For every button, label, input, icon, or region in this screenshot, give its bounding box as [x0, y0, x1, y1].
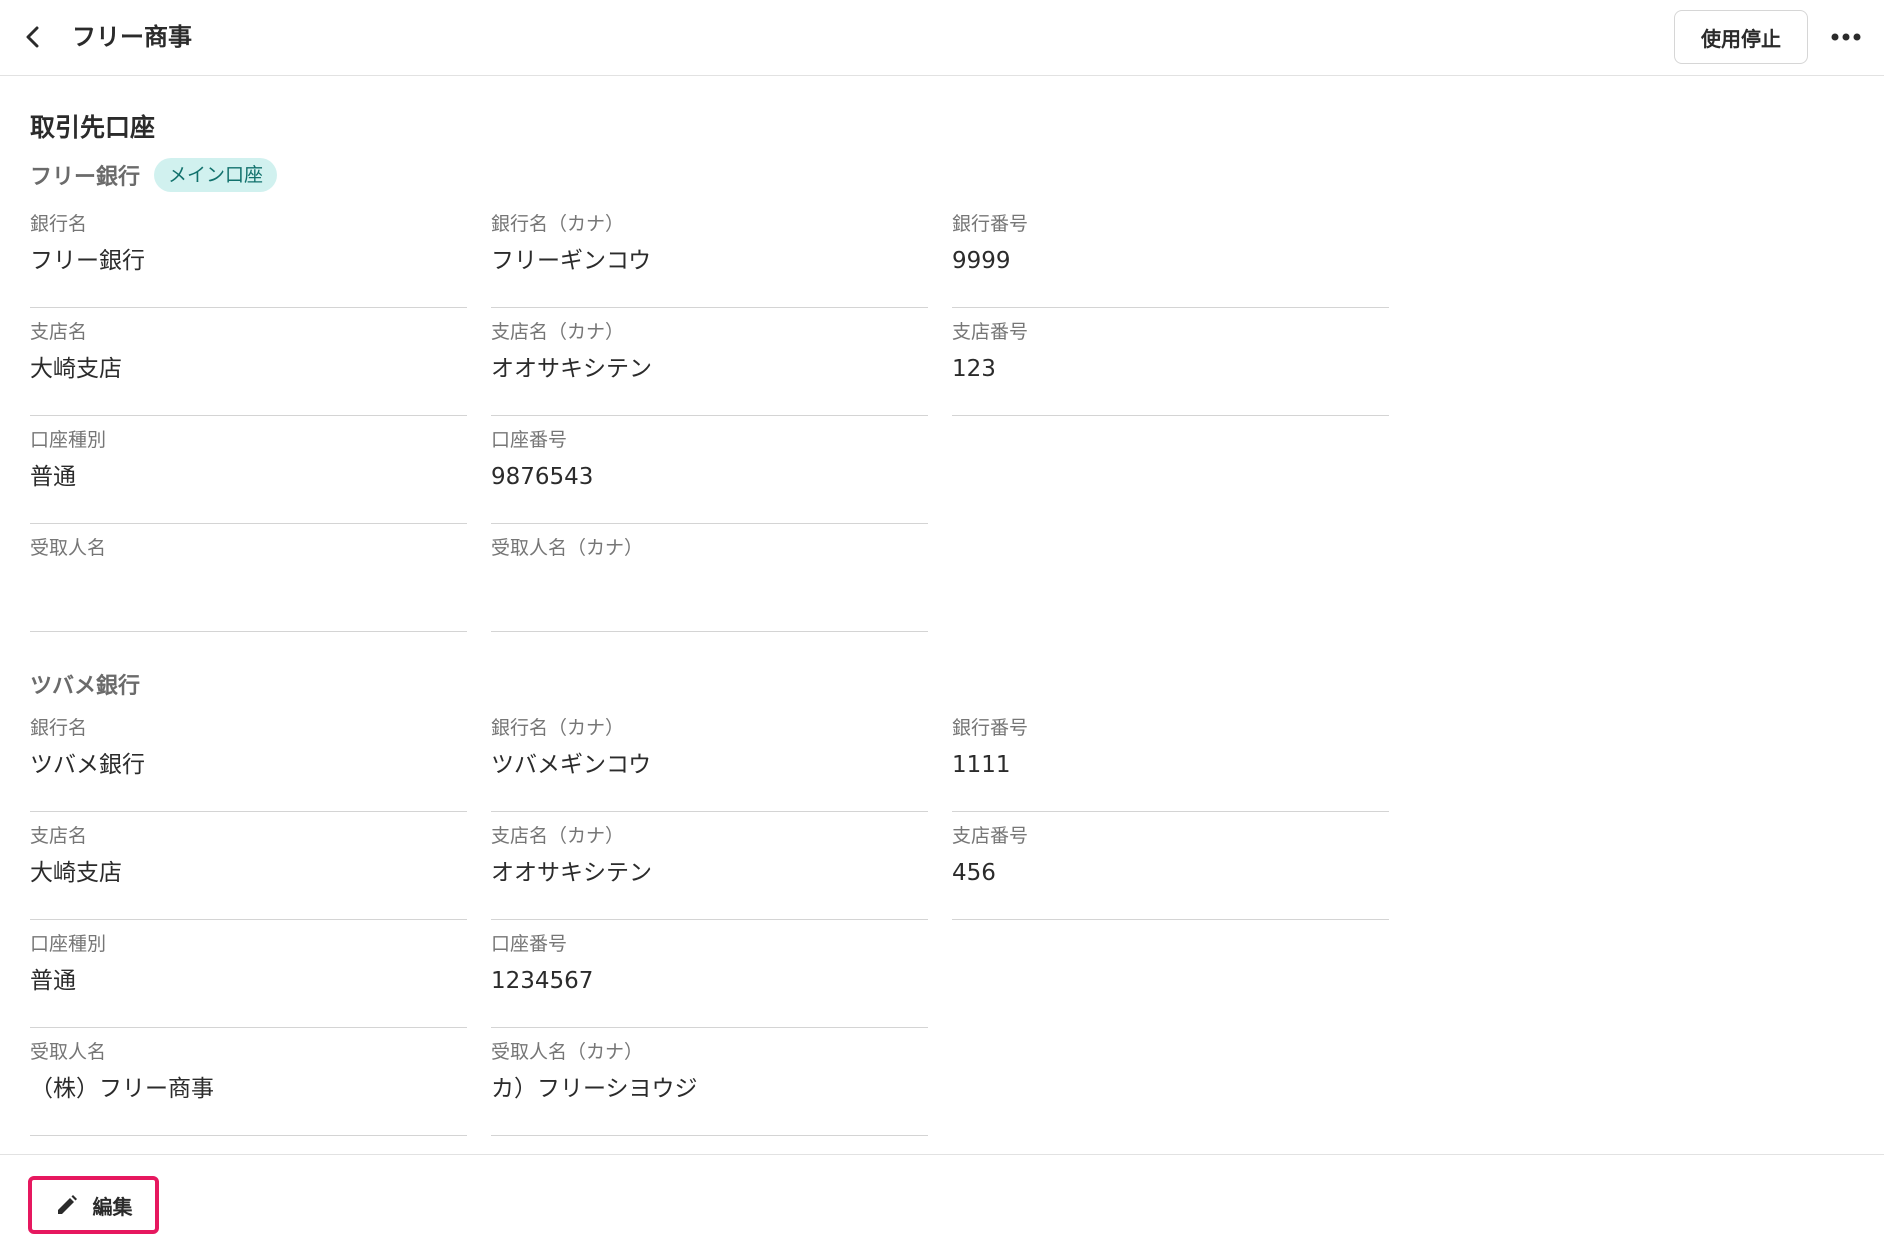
- field-value: 大崎支店: [30, 860, 122, 886]
- field-branch-name-kana: 支店名（カナ） オオサキシテン: [491, 824, 928, 920]
- bank-heading: フリー銀行 メイン口座: [30, 158, 278, 192]
- field-label: 銀行番号: [952, 213, 1029, 235]
- field-label: 支店番号: [952, 321, 1029, 343]
- field-bank-code: 銀行番号 9999: [952, 212, 1389, 308]
- main-account-badge: メイン口座: [154, 158, 278, 192]
- field-label: 銀行名（カナ）: [491, 213, 625, 235]
- field-bank-name-kana: 銀行名（カナ） ツバメギンコウ: [491, 716, 928, 812]
- more-options-button[interactable]: [1826, 18, 1866, 56]
- field-branch-code: 支店番号 456: [952, 824, 1389, 920]
- field-account-type: 口座種別 普通: [30, 428, 467, 524]
- field-value: 1111: [952, 752, 1011, 778]
- field-value: 大崎支店: [30, 356, 122, 382]
- field-bank-name-kana: 銀行名（カナ） フリーギンコウ: [491, 212, 928, 308]
- field-label: 銀行名: [30, 213, 88, 235]
- field-value: 1234567: [491, 968, 594, 994]
- bank-heading: ツバメ銀行: [30, 668, 140, 700]
- field-account-type: 口座種別 普通: [30, 932, 467, 1028]
- edit-button[interactable]: 編集: [28, 1176, 159, 1234]
- field-value: ツバメ銀行: [30, 752, 145, 778]
- field-value: （株）フリー商事: [30, 1076, 214, 1102]
- field-recipient-name: 受取人名 （株）フリー商事: [30, 1040, 467, 1136]
- field-branch-name-kana: 支店名（カナ） オオサキシテン: [491, 320, 928, 416]
- suspend-button[interactable]: 使用停止: [1674, 10, 1808, 64]
- field-branch-name: 支店名 大崎支店: [30, 320, 467, 416]
- field-value: 9999: [952, 248, 1011, 274]
- field-label: 支店名（カナ）: [491, 825, 625, 847]
- field-bank-name: 銀行名 ツバメ銀行: [30, 716, 467, 812]
- page-title: フリー商事: [72, 23, 192, 51]
- field-value: 456: [952, 860, 996, 886]
- field-label: 受取人名: [30, 1041, 107, 1063]
- field-label: 支店名: [30, 825, 88, 847]
- more-horizontal-icon: [1831, 33, 1861, 41]
- section-title: 取引先口座: [30, 113, 156, 142]
- field-label: 受取人名（カナ）: [491, 1041, 644, 1063]
- pencil-icon: [57, 1195, 77, 1214]
- page-footer: 編集: [0, 1154, 1884, 1255]
- field-branch-name: 支店名 大崎支店: [30, 824, 467, 920]
- field-value: 9876543: [491, 464, 594, 490]
- field-label: 支店番号: [952, 825, 1029, 847]
- field-recipient-name-kana: 受取人名（カナ）: [491, 536, 928, 632]
- field-label: 口座番号: [491, 429, 568, 451]
- field-label: 受取人名: [30, 537, 107, 559]
- field-label: 口座番号: [491, 933, 568, 955]
- bank-heading-label: フリー銀行: [30, 165, 141, 190]
- field-label: 銀行名: [30, 717, 88, 739]
- field-value: フリーギンコウ: [491, 248, 652, 274]
- field-label: 口座種別: [30, 429, 107, 451]
- field-label: 受取人名（カナ）: [491, 537, 644, 559]
- field-value: ツバメギンコウ: [491, 752, 652, 778]
- page-header: フリー商事 使用停止: [0, 0, 1884, 76]
- field-bank-code: 銀行番号 1111: [952, 716, 1389, 812]
- field-label: 支店名（カナ）: [491, 321, 625, 343]
- field-value: オオサキシテン: [491, 860, 652, 886]
- field-value: オオサキシテン: [491, 356, 652, 382]
- back-button[interactable]: [14, 18, 52, 56]
- field-value: 普通: [30, 464, 76, 490]
- field-label: 銀行名（カナ）: [491, 717, 625, 739]
- field-value: 普通: [30, 968, 76, 994]
- field-branch-code: 支店番号 123: [952, 320, 1389, 416]
- field-recipient-name-kana: 受取人名（カナ） カ）フリーシヨウジ: [491, 1040, 928, 1136]
- chevron-left-icon: [26, 26, 39, 48]
- field-label: 口座種別: [30, 933, 107, 955]
- field-recipient-name: 受取人名: [30, 536, 467, 632]
- field-value: 123: [952, 356, 996, 382]
- bank-heading-label: ツバメ銀行: [30, 674, 141, 699]
- edit-button-label: 編集: [92, 1196, 133, 1219]
- field-value: フリー銀行: [30, 248, 145, 274]
- field-bank-name: 銀行名 フリー銀行: [30, 212, 467, 308]
- field-value: カ）フリーシヨウジ: [491, 1076, 698, 1102]
- field-label: 支店名: [30, 321, 88, 343]
- field-account-number: 口座番号 9876543: [491, 428, 928, 524]
- field-label: 銀行番号: [952, 717, 1029, 739]
- field-account-number: 口座番号 1234567: [491, 932, 928, 1028]
